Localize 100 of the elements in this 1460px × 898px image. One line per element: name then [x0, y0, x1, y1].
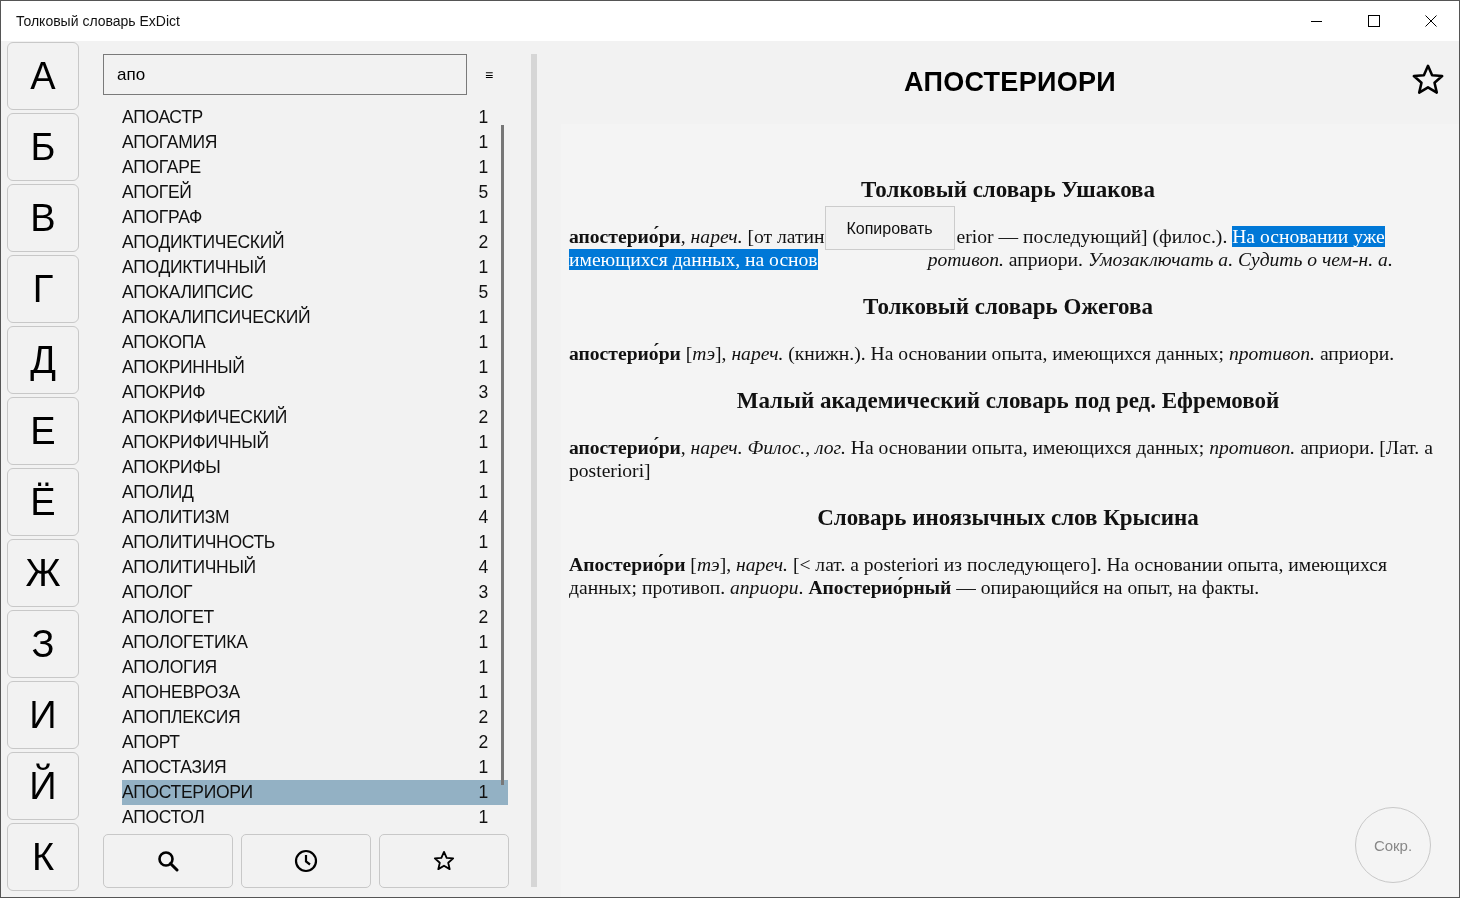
word-list-item[interactable]: АПОЛИД 1 [122, 480, 508, 505]
word-list-item[interactable]: АПОГЕЙ 5 [122, 180, 508, 205]
word-list-item[interactable]: АПОГАМИЯ 1 [122, 130, 508, 155]
word-text: АПОАСТР [122, 107, 203, 128]
entry-count: 1 [478, 682, 488, 703]
word-text: АПОЛОГ [122, 582, 193, 603]
letter-button[interactable]: К [7, 823, 79, 891]
word-list-item[interactable]: АПОЛИТИЧНОСТЬ 1 [122, 530, 508, 555]
letter-button[interactable]: В [7, 184, 79, 252]
search-button[interactable] [103, 834, 233, 888]
word-list-item[interactable]: АПОСТОЛ 1 [122, 805, 508, 830]
letter-button[interactable]: И [7, 681, 79, 749]
word-list-item[interactable]: АПОДИКТИЧНЫЙ 1 [122, 255, 508, 280]
word-list-item[interactable]: АПОКРИФ 3 [122, 380, 508, 405]
word-list-item[interactable]: АПОКРИФИЧНЫЙ 1 [122, 430, 508, 455]
definition-text: ротивоп. априори. Умозаключать а. Судить о чем-н. а. [927, 249, 1393, 270]
word-list-item[interactable]: АПОНЕВРОЗА 1 [122, 680, 508, 705]
word-list-item[interactable]: АПОДИКТИЧЕСКИЙ 2 [122, 230, 508, 255]
clock-icon [294, 849, 318, 873]
word-text: АПОЛОГИЯ [122, 657, 217, 678]
letter-button[interactable]: З [7, 610, 79, 678]
entry-count: 1 [478, 782, 488, 803]
word-text: АПОКОПА [122, 332, 206, 353]
word-list-item[interactable]: АПОАСТР 1 [122, 105, 508, 130]
definition-text: апостерио́ри [тэ], нареч. (книжн.). На основании опыта, имеющихся данных; противоп. априори. [569, 342, 1396, 365]
entry-count: 1 [478, 132, 488, 153]
word-text: АПОКРИФИЧЕСКИЙ [122, 407, 288, 428]
word-list-item[interactable]: АПОКРИФЫ 1 [122, 455, 508, 480]
entry-count: 1 [478, 257, 488, 278]
letter-button[interactable]: А [7, 42, 79, 110]
letter-button[interactable]: Б [7, 113, 79, 181]
word-list-item[interactable]: АПОСТЕРИОРИ 1 [122, 780, 508, 805]
word-list-item[interactable]: АПОРТ 2 [122, 730, 508, 755]
maximize-icon[interactable] [1368, 15, 1380, 27]
scrollbar[interactable] [501, 125, 504, 785]
close-icon[interactable] [1425, 15, 1437, 27]
entry-count: 5 [478, 182, 488, 203]
word-list-item[interactable]: АПОГРАФ 1 [122, 205, 508, 230]
word-list-item[interactable]: АПОКРИФИЧЕСКИЙ 2 [122, 405, 508, 430]
copy-menu-item[interactable]: Копировать [846, 216, 933, 240]
word-list-item[interactable]: АПОСТАЗИЯ 1 [122, 755, 508, 780]
word-text: АПОСТОЛ [122, 807, 205, 828]
word-list-item[interactable]: АПОЛИТИЗМ 4 [122, 505, 508, 530]
definition-text: erior — последующий] (филос.). [956, 226, 1229, 247]
word-list-item[interactable]: АПОЛОГЕТ 2 [122, 605, 508, 630]
word-list-item[interactable]: АПОЛОГЕТИКА 1 [122, 630, 508, 655]
word-text: АПОЛОГЕТИКА [122, 632, 248, 653]
search-field[interactable]: апо [103, 54, 467, 95]
letter-button[interactable]: Ё [7, 468, 79, 536]
letter-button[interactable]: Ж [7, 539, 79, 607]
search-icon [157, 850, 179, 872]
definition-text: апостерио́ри, нареч. Филос., лог. На основании опыта, имеющихся данных; противоп. априори. [Лат. a posteriori] [569, 436, 1434, 482]
entry-count: 1 [478, 432, 488, 453]
word-text: АПОЛОГЕТ [122, 607, 214, 628]
word-list-item[interactable]: АПОПЛЕКСИЯ 2 [122, 705, 508, 730]
history-button[interactable] [241, 834, 371, 888]
word-list-item[interactable]: АПОКАЛИПСИЧЕСКИЙ 1 [122, 305, 508, 330]
letter-button[interactable]: Й [7, 752, 79, 820]
letter-button[interactable]: Г [7, 255, 79, 323]
entry-count: 4 [478, 507, 488, 528]
word-list-item[interactable]: АПОГАРЕ 1 [122, 155, 508, 180]
word-text: АПОЛИТИЧНОСТЬ [122, 532, 276, 553]
definition-text: Апостерио́ри [тэ], нареч. [< лат. a posteriori из последующего]. На основании опыта, имеющихся данных; противоп. априори. Апостерио́рный — опирающийся на опыт, на факты. [569, 553, 1388, 599]
word-text: АПОКАЛИПСИЧЕСКИЙ [122, 307, 311, 328]
selected-text: На основании уже [1232, 226, 1385, 247]
word-text: АПОДИКТИЧНЫЙ [122, 257, 266, 278]
entry-count: 2 [478, 407, 488, 428]
entry-count: 4 [478, 557, 488, 578]
word-list-item[interactable]: АПОКАЛИПСИС 5 [122, 280, 508, 305]
entry-count: 2 [478, 732, 488, 753]
entry-count: 1 [478, 207, 488, 228]
word-text: АПОКРИФИЧНЫЙ [122, 432, 269, 453]
favorite-star-icon[interactable] [1411, 63, 1445, 97]
word-text: АПОДИКТИЧЕСКИЙ [122, 232, 285, 253]
menu-button[interactable]: ≡ [485, 66, 494, 83]
word-text: АПОКРИФЫ [122, 457, 221, 478]
word-list-item[interactable]: АПОКОПА 1 [122, 330, 508, 355]
word-text: АПОГАМИЯ [122, 132, 218, 153]
entry-count: 1 [478, 807, 488, 828]
word-list-item[interactable]: АПОКРИННЫЙ 1 [122, 355, 508, 380]
dictionary-heading: Толковый словарь Ожегова [862, 293, 1154, 320]
letter-button[interactable]: Д [7, 326, 79, 394]
word-text: АПОКАЛИПСИС [122, 282, 254, 303]
entry-count: 1 [478, 332, 488, 353]
dictionary-heading: Словарь иноязычных слов Крысина [816, 504, 1200, 531]
entry-count: 2 [478, 232, 488, 253]
word-text: АПОГЕЙ [122, 182, 192, 203]
dictionary-heading: Толковый словарь Ушакова [859, 176, 1156, 203]
word-list-item[interactable]: АПОЛОГИЯ 1 [122, 655, 508, 680]
article-title: АПОСТЕРИОРИ [904, 67, 1116, 98]
word-list-item[interactable]: АПОЛОГ 3 [122, 580, 508, 605]
entry-count: 1 [478, 632, 488, 653]
word-list-item[interactable]: АПОЛИТИЧНЫЙ 4 [122, 555, 508, 580]
entry-count: 1 [478, 457, 488, 478]
word-text: АПОГРАФ [122, 207, 202, 228]
entry-count: 1 [478, 307, 488, 328]
entry-count: 2 [478, 707, 488, 728]
entry-count: 3 [478, 382, 488, 403]
letter-button[interactable]: Е [7, 397, 79, 465]
selected-text: имеющихся данных, на основ [569, 249, 818, 270]
